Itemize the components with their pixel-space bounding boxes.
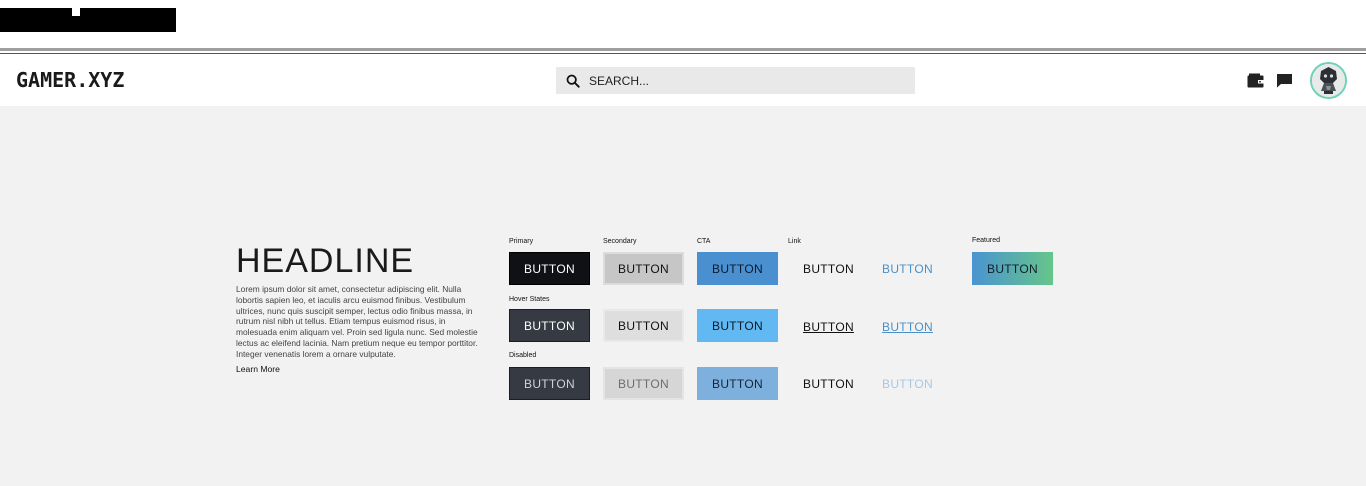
secondary-button[interactable]: BUTTON: [603, 252, 684, 285]
headline: HEADLINE: [236, 242, 415, 280]
cta-button-hover[interactable]: BUTTON: [697, 309, 778, 342]
chat-icon[interactable]: [1276, 73, 1293, 88]
avatar[interactable]: [1310, 62, 1347, 99]
redacted-block: [80, 8, 176, 32]
top-strip: [0, 0, 1366, 48]
link-button-disabled: BUTTON: [803, 376, 854, 391]
featured-button[interactable]: BUTTON: [972, 252, 1053, 285]
wallet-icon[interactable]: [1247, 73, 1264, 88]
cta-button-disabled: BUTTON: [697, 367, 778, 400]
redacted-block: [72, 16, 80, 32]
site-logo[interactable]: GAMER.XYZ: [16, 68, 124, 92]
label-primary: Primary: [509, 238, 534, 245]
search-icon: [566, 74, 580, 88]
secondary-button-hover[interactable]: BUTTON: [603, 309, 684, 342]
link-button-blue[interactable]: BUTTON: [867, 252, 948, 285]
redacted-block: [0, 8, 72, 32]
label-cta: CTA: [697, 238, 711, 245]
site-header: GAMER.XYZ: [0, 54, 1366, 106]
primary-button-disabled: BUTTON: [509, 367, 590, 400]
search-input[interactable]: [589, 73, 889, 88]
label-hover-states: Hover States: [509, 296, 550, 303]
label-secondary: Secondary: [603, 238, 637, 245]
avatar-image: [1312, 64, 1345, 97]
link-button[interactable]: BUTTON: [788, 252, 869, 285]
secondary-button-disabled: BUTTON: [603, 367, 684, 400]
link-button-hover[interactable]: BUTTON: [788, 310, 869, 343]
body-text: Lorem ipsum dolor sit amet, consectetur …: [236, 284, 478, 359]
search-bar[interactable]: [556, 67, 915, 94]
learn-more-link[interactable]: Learn More: [236, 364, 280, 374]
cta-button[interactable]: BUTTON: [697, 252, 778, 285]
primary-button-hover[interactable]: BUTTON: [509, 309, 590, 342]
label-link: Link: [788, 238, 801, 245]
link-button-blue-disabled: BUTTON: [882, 376, 933, 391]
label-disabled: Disabled: [509, 352, 537, 359]
main-content: HEADLINE Lorem ipsum dolor sit amet, con…: [0, 106, 1366, 486]
label-featured: Featured: [972, 237, 1001, 244]
link-button-blue-hover[interactable]: BUTTON: [867, 310, 948, 343]
primary-button[interactable]: BUTTON: [509, 252, 590, 285]
